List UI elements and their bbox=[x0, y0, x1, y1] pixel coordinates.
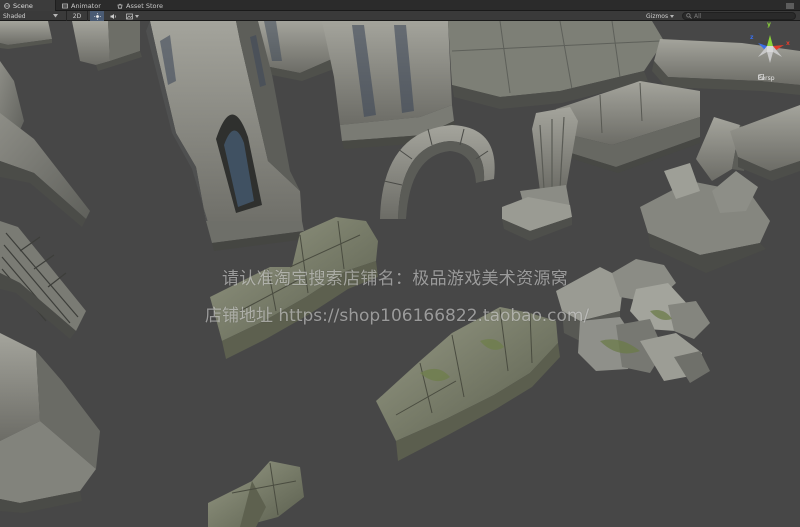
stone-pillars-back bbox=[258, 21, 456, 149]
gizmos-dropdown[interactable]: Gizmos bbox=[646, 11, 680, 21]
ruin-block-bottom-left bbox=[0, 333, 100, 513]
chevron-down-icon bbox=[670, 14, 675, 18]
scene-viewport[interactable]: y x z Persp 请认准淘宝搜索店铺名：极品游戏美术资源窝 店铺地址 ht… bbox=[0, 21, 800, 527]
mossy-wall-center bbox=[376, 307, 560, 461]
shading-mode-dropdown[interactable]: Shaded bbox=[3, 11, 61, 21]
scene-lighting-toggle[interactable] bbox=[90, 11, 104, 21]
search-placeholder: All bbox=[694, 12, 702, 20]
projection-toggle[interactable]: Persp bbox=[758, 74, 798, 83]
ruin-stairs-left bbox=[0, 113, 90, 339]
image-effects-icon bbox=[125, 13, 133, 19]
hierarchy-search-field[interactable]: All bbox=[682, 12, 796, 20]
tab-scene-label: Scene bbox=[13, 1, 33, 10]
menu-icon bbox=[786, 3, 794, 8]
scene-icon bbox=[4, 2, 10, 9]
scene-toolbar: Shaded 2D Gizmos All bbox=[0, 11, 800, 21]
tab-animator-label: Animator bbox=[71, 1, 101, 10]
shading-mode-label: Shaded bbox=[3, 12, 26, 20]
speaker-icon bbox=[110, 13, 116, 19]
animator-icon bbox=[62, 3, 68, 8]
tab-asset-store[interactable]: Asset Store bbox=[113, 0, 183, 11]
gizmo-axis-y-label: y bbox=[767, 21, 771, 28]
gizmos-label: Gizmos bbox=[646, 12, 669, 20]
chevron-down-icon bbox=[134, 14, 139, 18]
tab-scene[interactable]: Scene bbox=[0, 0, 56, 11]
editor-tab-bar: Scene Animator Asset Store bbox=[0, 0, 800, 11]
tab-menu-button[interactable] bbox=[783, 0, 797, 11]
store-icon bbox=[117, 3, 123, 9]
gizmo-axis-x-label: x bbox=[786, 40, 790, 47]
rubble-bottom bbox=[208, 461, 304, 527]
chevron-down-icon bbox=[53, 14, 58, 18]
broken-column bbox=[502, 107, 578, 241]
watermark-line-1: 请认准淘宝搜索店铺名：极品游戏美术资源窝 bbox=[222, 269, 568, 289]
ruin-fragment-top-left bbox=[0, 21, 142, 139]
mode-2d-toggle[interactable]: 2D bbox=[66, 11, 88, 21]
sun-icon bbox=[93, 12, 101, 20]
gizmo-axis-z-label: z bbox=[750, 34, 754, 41]
scene-effects-dropdown[interactable] bbox=[122, 11, 142, 21]
perspective-icon bbox=[758, 74, 764, 80]
search-icon bbox=[686, 13, 692, 19]
scene-audio-toggle[interactable] bbox=[106, 11, 120, 21]
tab-animator[interactable]: Animator bbox=[58, 0, 116, 11]
watermark-line-2: 店铺地址 https://shop106166822.taobao.com/ bbox=[205, 306, 590, 326]
tab-asset-store-label: Asset Store bbox=[126, 1, 164, 10]
mode-2d-label: 2D bbox=[72, 12, 82, 20]
